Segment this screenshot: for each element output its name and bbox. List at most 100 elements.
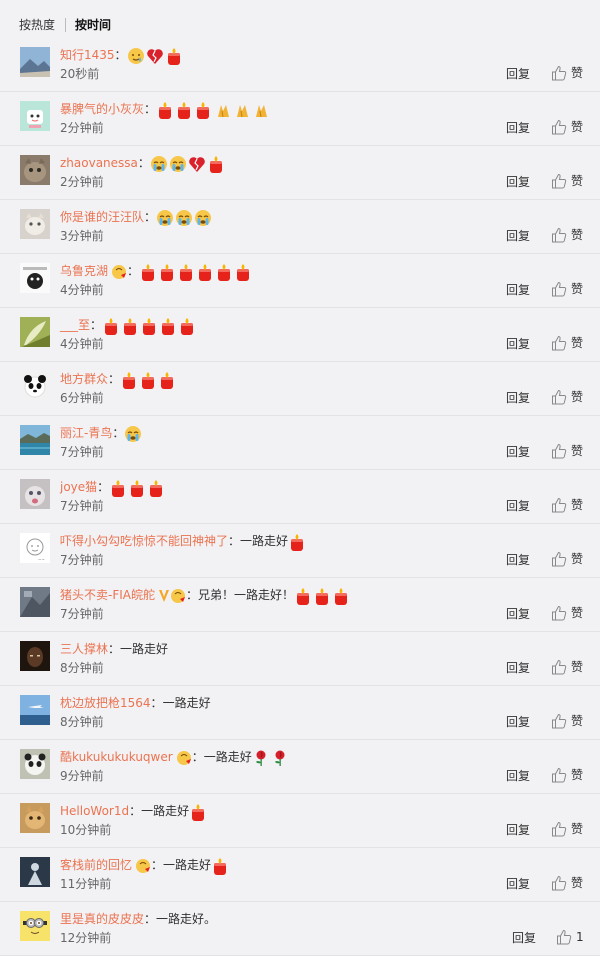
like-button[interactable]: 赞 — [551, 551, 583, 567]
reply-button[interactable]: 回复 — [506, 877, 530, 891]
colon: ： — [151, 858, 164, 872]
avatar[interactable] — [20, 263, 50, 293]
reply-button[interactable]: 回复 — [506, 823, 530, 837]
reply-button[interactable]: 回复 — [506, 607, 530, 621]
avatar[interactable] — [20, 317, 50, 347]
candle-emoji-icon — [178, 101, 191, 119]
reply-button[interactable]: 回复 — [506, 229, 530, 243]
sort-by-time[interactable]: 按时间 — [75, 18, 111, 32]
avatar[interactable] — [20, 47, 50, 77]
avatar[interactable] — [20, 101, 50, 131]
like-button[interactable]: 赞 — [551, 605, 583, 621]
username-link[interactable]: 地方群众 — [60, 372, 108, 386]
username-link[interactable]: zhaovanessa — [60, 156, 138, 170]
reply-button[interactable]: 回复 — [506, 283, 530, 297]
like-button[interactable]: 赞 — [551, 713, 583, 729]
reply-button[interactable]: 回复 — [512, 931, 536, 945]
avatar[interactable] — [20, 695, 50, 725]
candle-emoji-icon — [297, 587, 310, 605]
comment-row: 暴脾气的小灰灰： 2分钟前 回复赞 — [0, 92, 600, 146]
like-button[interactable]: 赞 — [551, 875, 583, 891]
like-button[interactable]: 赞 — [551, 767, 583, 783]
reply-button[interactable]: 回复 — [506, 67, 530, 81]
like-button[interactable]: 赞 — [551, 227, 583, 243]
avatar[interactable] — [20, 587, 50, 617]
like-button[interactable]: 赞 — [551, 65, 583, 81]
username-link[interactable]: 知行1435 — [60, 48, 115, 62]
like-button[interactable]: 赞 — [551, 119, 583, 135]
avatar[interactable] — [20, 911, 50, 941]
username-link[interactable]: ___至 — [60, 318, 90, 332]
like-label: 1 — [576, 930, 584, 944]
reply-button[interactable]: 回复 — [506, 769, 530, 783]
like-button[interactable]: 赞 — [551, 443, 583, 459]
reply-button[interactable]: 回复 — [506, 175, 530, 189]
thumbs-up-icon — [557, 929, 572, 945]
reply-button[interactable]: 回复 — [506, 445, 530, 459]
avatar[interactable] — [20, 749, 50, 779]
comment-line: 知行1435： — [60, 44, 184, 66]
avatar[interactable] — [20, 155, 50, 185]
like-button[interactable]: 赞 — [551, 389, 583, 405]
avatar[interactable] — [20, 641, 50, 671]
like-label: 赞 — [571, 282, 584, 296]
username-link[interactable]: 里是真的皮皮皮 — [60, 912, 144, 926]
like-label: 赞 — [571, 120, 584, 134]
comment-row: zhaovanessa： 2分钟前 回复赞 — [0, 146, 600, 200]
avatar[interactable] — [20, 857, 50, 887]
avatar[interactable] — [20, 209, 50, 239]
username-link[interactable]: 客栈前的回忆 — [60, 858, 132, 872]
like-button[interactable]: 1 — [556, 929, 584, 945]
avatar[interactable]: ~~ — [20, 533, 50, 563]
avatar[interactable] — [20, 425, 50, 455]
username-link[interactable]: joye猫 — [60, 480, 97, 494]
avatar[interactable] — [20, 803, 50, 833]
comment-time: 3分钟前 — [60, 229, 104, 243]
username-link[interactable]: 乌鲁克湖 — [60, 264, 108, 278]
reply-button[interactable]: 回复 — [506, 499, 530, 513]
candle-emoji-icon — [142, 371, 155, 389]
candle-emoji-icon — [142, 263, 155, 281]
username-link[interactable]: 猪头不卖-FIA皖舵 — [60, 588, 155, 602]
username-link[interactable]: 丽江-青鸟 — [60, 426, 112, 440]
like-button[interactable]: 赞 — [551, 497, 583, 513]
candle-emoji-icon — [192, 803, 205, 821]
comment-row: 丽江-青鸟： 7分钟前 回复赞 — [0, 416, 600, 470]
username-link[interactable]: HelloWor1d — [60, 804, 129, 818]
like-button[interactable]: 赞 — [551, 281, 583, 297]
like-label: 赞 — [571, 876, 584, 890]
candle-emoji-icon — [237, 263, 250, 281]
comment-text: 一路走好。 — [156, 912, 217, 926]
like-button[interactable]: 赞 — [551, 335, 583, 351]
username-link[interactable]: 三人撑林 — [60, 642, 108, 656]
username-link[interactable]: 暴脾气的小灰灰 — [60, 102, 144, 116]
like-label: 赞 — [571, 552, 584, 566]
cry-emoji-icon — [157, 209, 174, 226]
avatar[interactable] — [20, 371, 50, 401]
sort-by-hot[interactable]: 按热度 — [19, 18, 55, 32]
comment-line: joye猫： — [60, 476, 166, 498]
colon: ： — [114, 48, 127, 62]
reply-button[interactable]: 回复 — [506, 337, 530, 351]
reply-button[interactable]: 回复 — [506, 661, 530, 675]
like-button[interactable]: 赞 — [551, 821, 583, 837]
username-link[interactable]: 吓得小勾勾吃惊惊不能回神神了 — [60, 534, 228, 548]
thumbs-up-icon — [552, 335, 567, 351]
comment-row: 你是谁的汪汪队： 3分钟前 回复赞 — [0, 200, 600, 254]
reply-button[interactable]: 回复 — [506, 715, 530, 729]
like-button[interactable]: 赞 — [551, 659, 583, 675]
comment-row: ___至： 4分钟前 回复赞 — [0, 308, 600, 362]
comment-line: ___至： — [60, 314, 197, 336]
username-link[interactable]: 酷kukukukukuqwer — [60, 750, 173, 764]
reply-button[interactable]: 回复 — [506, 391, 530, 405]
reply-button[interactable]: 回复 — [506, 553, 530, 567]
like-button[interactable]: 赞 — [551, 173, 583, 189]
username-link[interactable]: 你是谁的汪汪队 — [60, 210, 144, 224]
like-label: 赞 — [571, 66, 584, 80]
comment-time: 12分钟前 — [60, 931, 112, 945]
reply-button[interactable]: 回复 — [506, 121, 530, 135]
comment-row: 酷kukukukukuqwer ：一路走好 9分钟前 回复 赞 — [0, 740, 600, 794]
username-link[interactable]: 枕边放把枪1564 — [60, 696, 151, 710]
avatar[interactable] — [20, 479, 50, 509]
comment-time: 7分钟前 — [60, 607, 104, 621]
